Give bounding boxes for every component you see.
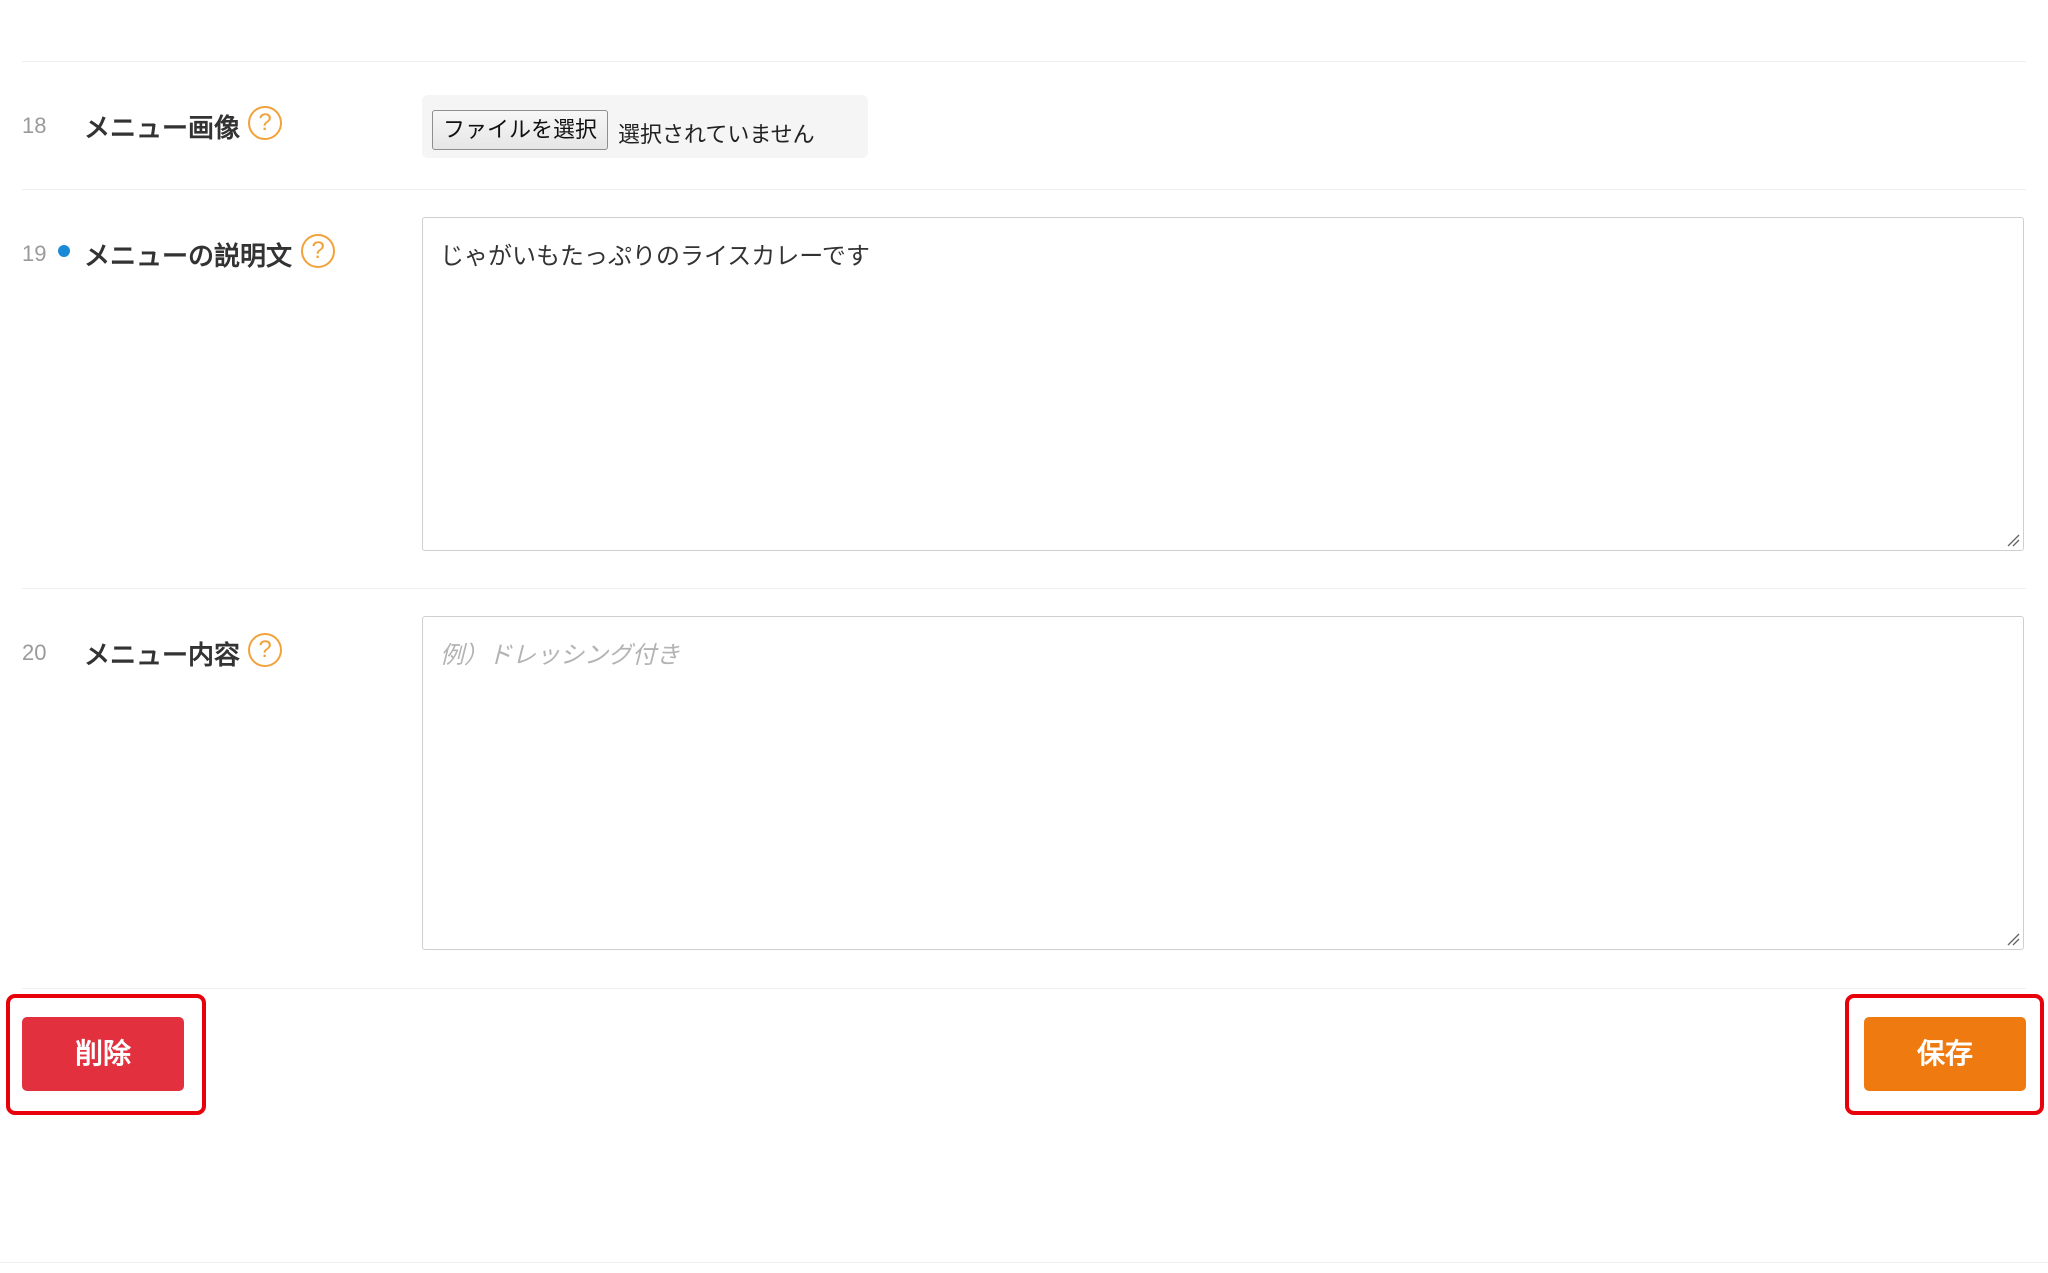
- question-circle-icon[interactable]: ?: [248, 106, 282, 140]
- resize-handle-icon[interactable]: [2006, 533, 2020, 547]
- file-status-text: 選択されていません: [618, 123, 815, 148]
- menu-description-textarea[interactable]: じゃがいもたっぷりのライスカレーです: [422, 217, 2024, 551]
- choose-file-button[interactable]: ファイルを選択: [432, 110, 608, 150]
- row-divider: [22, 189, 2026, 190]
- row-number: 20: [22, 640, 47, 665]
- delete-highlight-box: [6, 994, 206, 1115]
- row-divider: [22, 61, 2026, 62]
- bottom-divider: [0, 1262, 2048, 1263]
- field-label-menu-image: メニュー画像: [84, 114, 241, 144]
- menu-contents-textarea[interactable]: 例）ドレッシング付き: [422, 616, 2024, 950]
- menu-edit-form: 18 メニュー画像 ? ファイルを選択 選択されていません 19 メニューの説明…: [0, 0, 2048, 1273]
- save-highlight-box: [1845, 994, 2044, 1115]
- field-label-menu-contents: メニュー内容: [84, 641, 241, 671]
- question-circle-icon[interactable]: ?: [248, 633, 282, 667]
- question-circle-icon[interactable]: ?: [301, 234, 335, 268]
- row-number: 18: [22, 113, 47, 138]
- required-indicator: [58, 245, 70, 257]
- row-divider: [22, 588, 2026, 589]
- menu-contents-placeholder: 例）ドレッシング付き: [440, 641, 680, 669]
- resize-handle-icon[interactable]: [2006, 932, 2020, 946]
- menu-description-value: じゃがいもたっぷりのライスカレーです: [440, 242, 870, 270]
- row-number: 19: [22, 241, 47, 266]
- row-divider: [22, 988, 2026, 989]
- file-input: ファイルを選択 選択されていません: [422, 95, 868, 158]
- field-label-menu-description: メニューの説明文: [84, 242, 293, 272]
